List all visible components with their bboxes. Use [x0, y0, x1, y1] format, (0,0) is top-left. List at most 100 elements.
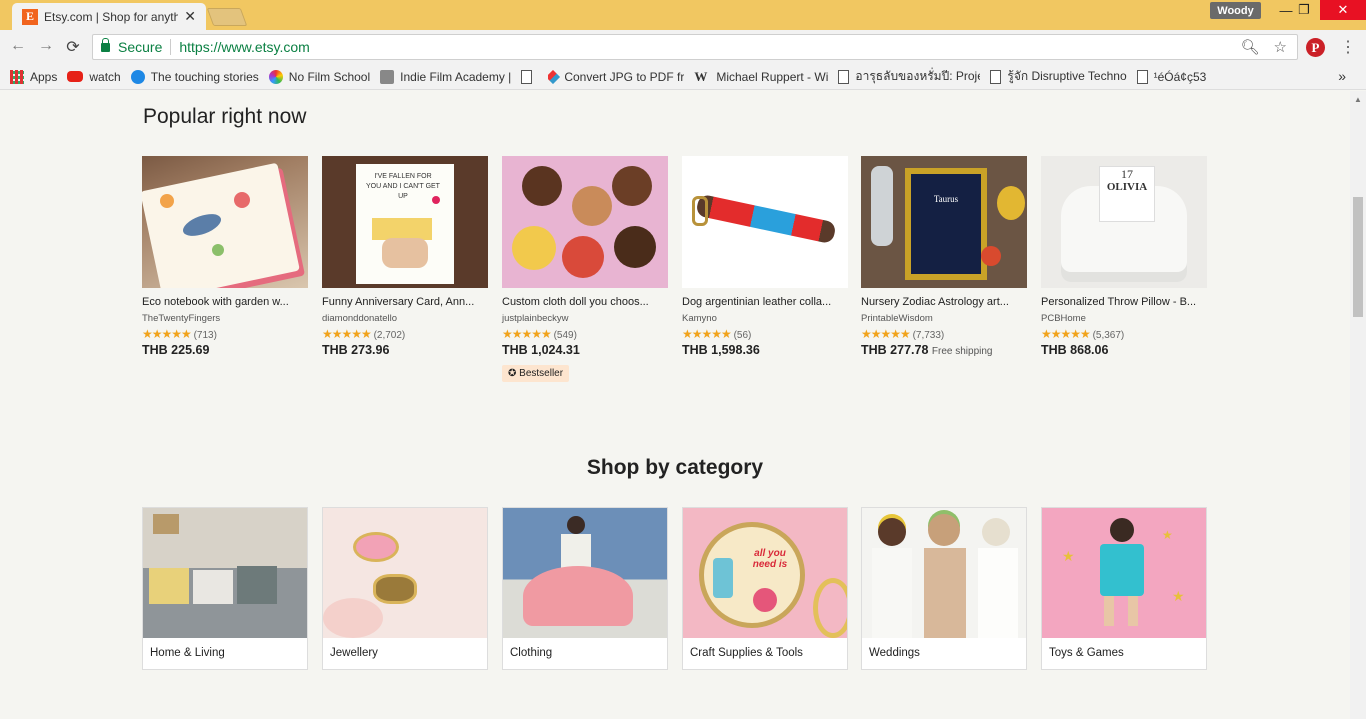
product-card[interactable]: Taurus Nursery Zodiac Astrology art... P…: [861, 156, 1027, 357]
category-heading: Shop by category: [586, 456, 764, 479]
lock-icon: [101, 37, 110, 52]
review-count: (56): [733, 330, 752, 341]
rating: ★★★★★ (549): [502, 327, 668, 341]
profile-button[interactable]: Woody: [1210, 2, 1261, 19]
price-value: THB 273.96: [322, 343, 390, 357]
bookmark-item[interactable]: Indie Film Academy |: [380, 69, 512, 84]
tab-close-icon[interactable]: ✕: [184, 8, 196, 25]
category-tile-toys-games[interactable]: ★ ★ ★ Toys & Games: [1041, 507, 1207, 670]
shop-name[interactable]: TheTwentyFingers: [142, 313, 308, 324]
product-image[interactable]: I'VE FALLEN FOR YOU AND I CAN'T GET UP: [322, 156, 488, 288]
category-image[interactable]: [323, 508, 487, 638]
forward-arrow-icon[interactable]: →: [36, 37, 56, 55]
category-image[interactable]: all you need is: [683, 508, 847, 638]
product-image[interactable]: 17 OLIVIA: [1041, 156, 1207, 288]
category-image[interactable]: [143, 508, 307, 638]
category-tile-home-living[interactable]: Home & Living: [142, 507, 308, 670]
reload-icon[interactable]: ⟳: [63, 37, 83, 57]
back-arrow-icon[interactable]: ←: [8, 37, 28, 55]
browser-tab[interactable]: E Etsy.com | Shop for anyth ✕: [12, 3, 206, 30]
product-title[interactable]: Funny Anniversary Card, Ann...: [322, 296, 488, 308]
rating: ★★★★★ (713): [142, 327, 308, 341]
product-card[interactable]: Eco notebook with garden w... TheTwentyF…: [142, 156, 308, 357]
bookmark-item[interactable]: ¹éÓá¢ç53: [1136, 69, 1207, 84]
bookmark-star-icon[interactable]: ☆: [1274, 38, 1287, 56]
bookmark-label: Apps: [30, 69, 58, 84]
product-title[interactable]: Dog argentinian leather colla...: [682, 296, 848, 308]
bookmark-item[interactable]: W Michael Ruppert - Wi: [694, 70, 828, 84]
stars-icon: ★★★★★: [682, 327, 732, 341]
url-text[interactable]: https://www.etsy.com: [179, 39, 309, 55]
product-image[interactable]: Taurus: [861, 156, 1027, 288]
bookmark-item[interactable]: Convert JPG to PDF fr: [548, 69, 684, 84]
review-count: (7,733): [912, 330, 945, 341]
pillow-name: OLIVIA: [1106, 181, 1148, 193]
product-image[interactable]: [502, 156, 668, 288]
price-value: THB 1,598.36: [682, 343, 760, 357]
zodiac-print-text: Taurus: [911, 174, 981, 274]
shop-name[interactable]: PCBHome: [1041, 313, 1207, 324]
product-card[interactable]: I'VE FALLEN FOR YOU AND I CAN'T GET UP F…: [322, 156, 488, 357]
bookmark-label: อารุธลับของหรั่มปี: Proje: [855, 69, 981, 83]
product-title[interactable]: Nursery Zodiac Astrology art...: [861, 296, 1027, 308]
restore-icon[interactable]: ❐: [1288, 0, 1320, 20]
category-tile-clothing[interactable]: Clothing: [502, 507, 668, 670]
bookmark-item[interactable]: watch: [67, 69, 121, 84]
price: THB 277.78 Free shipping: [861, 343, 1027, 357]
price-value: THB 277.78: [861, 343, 929, 357]
new-tab-button[interactable]: [206, 8, 248, 26]
window-close-icon[interactable]: ✕: [1320, 0, 1366, 20]
vertical-scrollbar[interactable]: ▲: [1350, 91, 1366, 719]
apps-grid-icon: [10, 69, 24, 84]
review-count: (549): [553, 330, 577, 341]
bookmark-label: watch: [89, 69, 121, 84]
page-icon: [1136, 69, 1148, 84]
category-image[interactable]: ★ ★ ★: [1042, 508, 1206, 638]
shop-name[interactable]: Kamyno: [682, 313, 848, 324]
category-tile-weddings[interactable]: Weddings: [861, 507, 1027, 670]
bookmark-item[interactable]: No Film School: [268, 69, 371, 84]
price: THB 1,024.31: [502, 343, 668, 357]
scroll-up-icon[interactable]: ▲: [1354, 95, 1362, 104]
free-shipping-label: Free shipping: [931, 346, 993, 357]
product-image[interactable]: [142, 156, 308, 288]
product-card[interactable]: Custom cloth doll you choos... justplain…: [502, 156, 668, 382]
bookmark-label: No Film School: [288, 69, 371, 84]
bookmark-label: Indie Film Academy |: [400, 69, 512, 84]
category-label: Home & Living: [150, 647, 225, 659]
divider: [170, 39, 172, 55]
bookmark-item[interactable]: รู้จัก Disruptive Techno: [990, 67, 1127, 86]
zoom-icon[interactable]: 🔍︎: [1241, 38, 1260, 56]
bookmark-item[interactable]: Apps: [10, 69, 58, 84]
secure-label: Secure: [118, 39, 163, 55]
secure-indicator[interactable]: Secure: [101, 37, 163, 55]
etsy-favicon-icon: E: [22, 8, 38, 25]
product-title[interactable]: Custom cloth doll you choos...: [502, 296, 668, 308]
blue-circle-icon: [130, 69, 145, 84]
chrome-menu-icon[interactable]: ⋮: [1340, 37, 1356, 57]
address-bar[interactable]: Secure https://www.etsy.com 🔍︎ ☆: [92, 34, 1298, 60]
category-tile-jewellery[interactable]: Jewellery: [322, 507, 488, 670]
category-image[interactable]: [503, 508, 667, 638]
product-title[interactable]: Eco notebook with garden w...: [142, 296, 308, 308]
shop-name[interactable]: justplainbeckyw: [502, 313, 668, 324]
bookmark-label: ¹éÓá¢ç53: [1153, 69, 1207, 84]
stars-icon: ★★★★★: [502, 327, 552, 341]
product-image[interactable]: [682, 156, 848, 288]
shop-name[interactable]: diamonddonatello: [322, 313, 488, 324]
rating: ★★★★★ (56): [682, 327, 848, 341]
wikipedia-icon: W: [694, 69, 708, 84]
bookmarks-overflow-icon[interactable]: »: [1338, 68, 1346, 84]
pinterest-extension-icon[interactable]: P: [1306, 38, 1325, 57]
product-card[interactable]: 17 OLIVIA Personalized Throw Pillow - B.…: [1041, 156, 1207, 357]
scrollbar-thumb[interactable]: [1353, 197, 1363, 317]
shop-name[interactable]: PrintableWisdom: [861, 313, 1027, 324]
category-tile-craft-supplies-tools[interactable]: all you need is Craft Supplies & Tools: [682, 507, 848, 670]
product-title[interactable]: Personalized Throw Pillow - B...: [1041, 296, 1207, 308]
product-card[interactable]: Dog argentinian leather colla... Kamyno …: [682, 156, 848, 357]
bookmark-item[interactable]: อารุธลับของหรั่มปี: Proje: [838, 67, 980, 86]
bookmark-item[interactable]: [521, 69, 538, 84]
bookmark-item[interactable]: The touching stories: [130, 69, 259, 84]
price-value: THB 868.06: [1041, 343, 1109, 357]
category-image[interactable]: [862, 508, 1026, 638]
